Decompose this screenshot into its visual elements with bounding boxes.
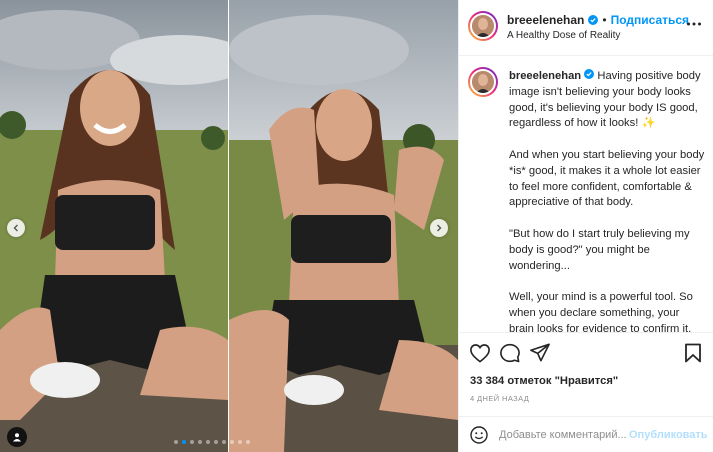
bookmark-icon[interactable] <box>684 343 702 363</box>
chevron-right-icon <box>437 224 442 232</box>
caption-text: breeelenehan Having positive body image … <box>509 69 705 333</box>
location-link[interactable]: A Healthy Dose of Reality <box>507 30 620 41</box>
heart-icon[interactable] <box>469 343 491 363</box>
carousel-dot <box>206 440 210 444</box>
comment-icon[interactable] <box>500 343 520 363</box>
carousel-dot <box>238 440 242 444</box>
caption-paragraph-4: Well, your mind is a powerful tool. So w… <box>509 291 693 333</box>
post-media[interactable] <box>0 0 458 452</box>
action-bar <box>459 333 713 373</box>
carousel-dot <box>198 440 202 444</box>
caption-paragraph-3: "But how do I start truly believing my b… <box>509 227 690 272</box>
share-icon[interactable] <box>530 343 550 362</box>
username-link[interactable]: breeelenehan <box>507 13 584 27</box>
caption-paragraph-2: And when you start believing your body *… <box>509 148 705 209</box>
carousel-dot <box>174 440 178 444</box>
user-tag-icon <box>13 433 21 442</box>
emoji-icon[interactable] <box>470 426 488 444</box>
photo-left-image <box>0 0 228 452</box>
comment-input[interactable] <box>499 427 629 443</box>
post-panel: breeelenehan • Подписаться A Healthy Dos… <box>458 0 713 452</box>
carousel-dot <box>182 440 186 444</box>
user-tags-button[interactable] <box>7 427 27 447</box>
caption-username[interactable]: breeelenehan <box>509 70 581 82</box>
carousel-dot <box>246 440 250 444</box>
post-header: breeelenehan • Подписаться A Healthy Dos… <box>459 0 713 56</box>
caption-avatar-picture <box>472 71 494 93</box>
avatar-image <box>470 13 496 39</box>
more-options-icon[interactable] <box>686 16 702 32</box>
comment-bar: Опубликовать <box>459 416 713 452</box>
avatar-picture <box>472 15 494 37</box>
photo-right-image <box>229 0 458 452</box>
carousel-dot <box>230 440 234 444</box>
follow-button[interactable]: Подписаться <box>611 13 689 27</box>
carousel-dot <box>222 440 226 444</box>
carousel-next-button[interactable] <box>430 219 448 237</box>
header-user: breeelenehan • Подписаться <box>507 13 689 27</box>
post-date[interactable]: 4 ДНЕЙ НАЗАД <box>470 394 529 403</box>
carousel-dot <box>214 440 218 444</box>
carousel-indicator <box>174 440 250 444</box>
separator-dot: • <box>602 13 607 27</box>
carousel-dot <box>190 440 194 444</box>
likes-count[interactable]: 33 384 отметок "Нравится" <box>470 375 618 387</box>
caption-paragraph: breeelenehan Having positive body image … <box>509 69 705 132</box>
verified-badge-icon <box>588 15 599 25</box>
avatar[interactable] <box>468 11 498 41</box>
chevron-left-icon <box>13 224 18 232</box>
publish-button[interactable]: Опубликовать <box>629 429 708 441</box>
carousel-prev-button[interactable] <box>7 219 25 237</box>
verified-badge-icon <box>584 69 595 79</box>
caption-avatar[interactable] <box>468 67 498 97</box>
caption-area[interactable]: breeelenehan Having positive body image … <box>459 56 713 333</box>
photo-left <box>0 0 228 452</box>
photo-right <box>229 0 458 452</box>
caption-avatar-image <box>470 69 496 95</box>
